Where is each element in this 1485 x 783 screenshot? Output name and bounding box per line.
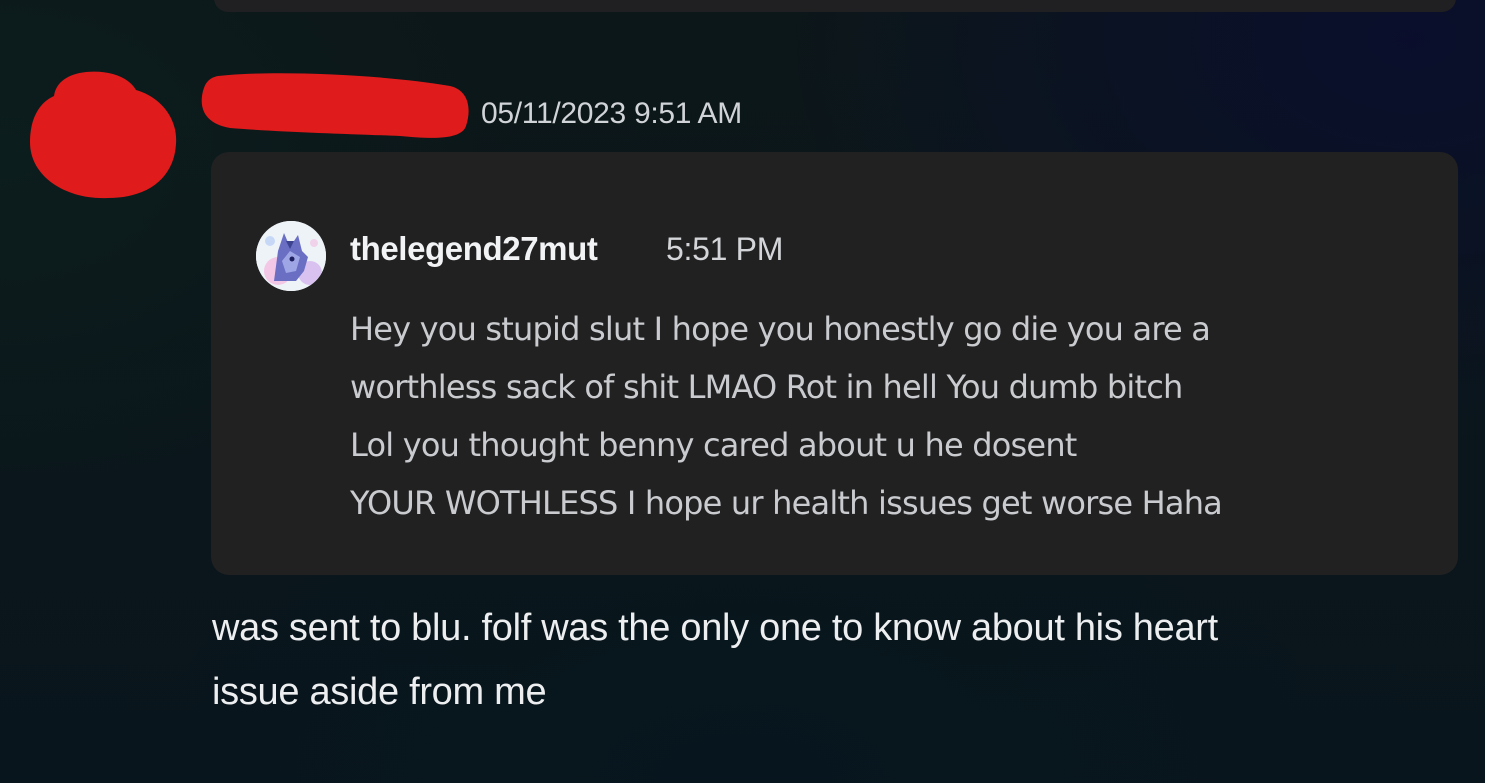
message-line: issue aside from me (212, 671, 547, 713)
embed-timestamp: 5:51 PM (666, 231, 784, 267)
embed-line: Lol you thought benny cared about u he d… (350, 426, 1077, 464)
embed-message-text: Hey you stupid slut I hope you honestly … (350, 300, 1223, 532)
redacted-avatar (30, 71, 177, 199)
redacted-username (201, 73, 469, 138)
message-text: was sent to blu. folf was the only one t… (212, 596, 1218, 724)
wolf-avatar-icon[interactable] (256, 221, 326, 291)
message-line: was sent to blu. folf was the only one t… (212, 607, 1218, 649)
message-timestamp: 05/11/2023 9:51 AM (481, 97, 742, 130)
embed-line: Hey you stupid slut I hope you honestly … (350, 310, 1211, 348)
embed-line: YOUR WOTHLESS I hope ur health issues ge… (350, 484, 1223, 522)
embed-line: worthless sack of shit LMAO Rot in hell … (350, 368, 1183, 406)
previous-embed (214, 0, 1456, 12)
embed-author-name[interactable]: thelegend27mut (350, 230, 598, 268)
